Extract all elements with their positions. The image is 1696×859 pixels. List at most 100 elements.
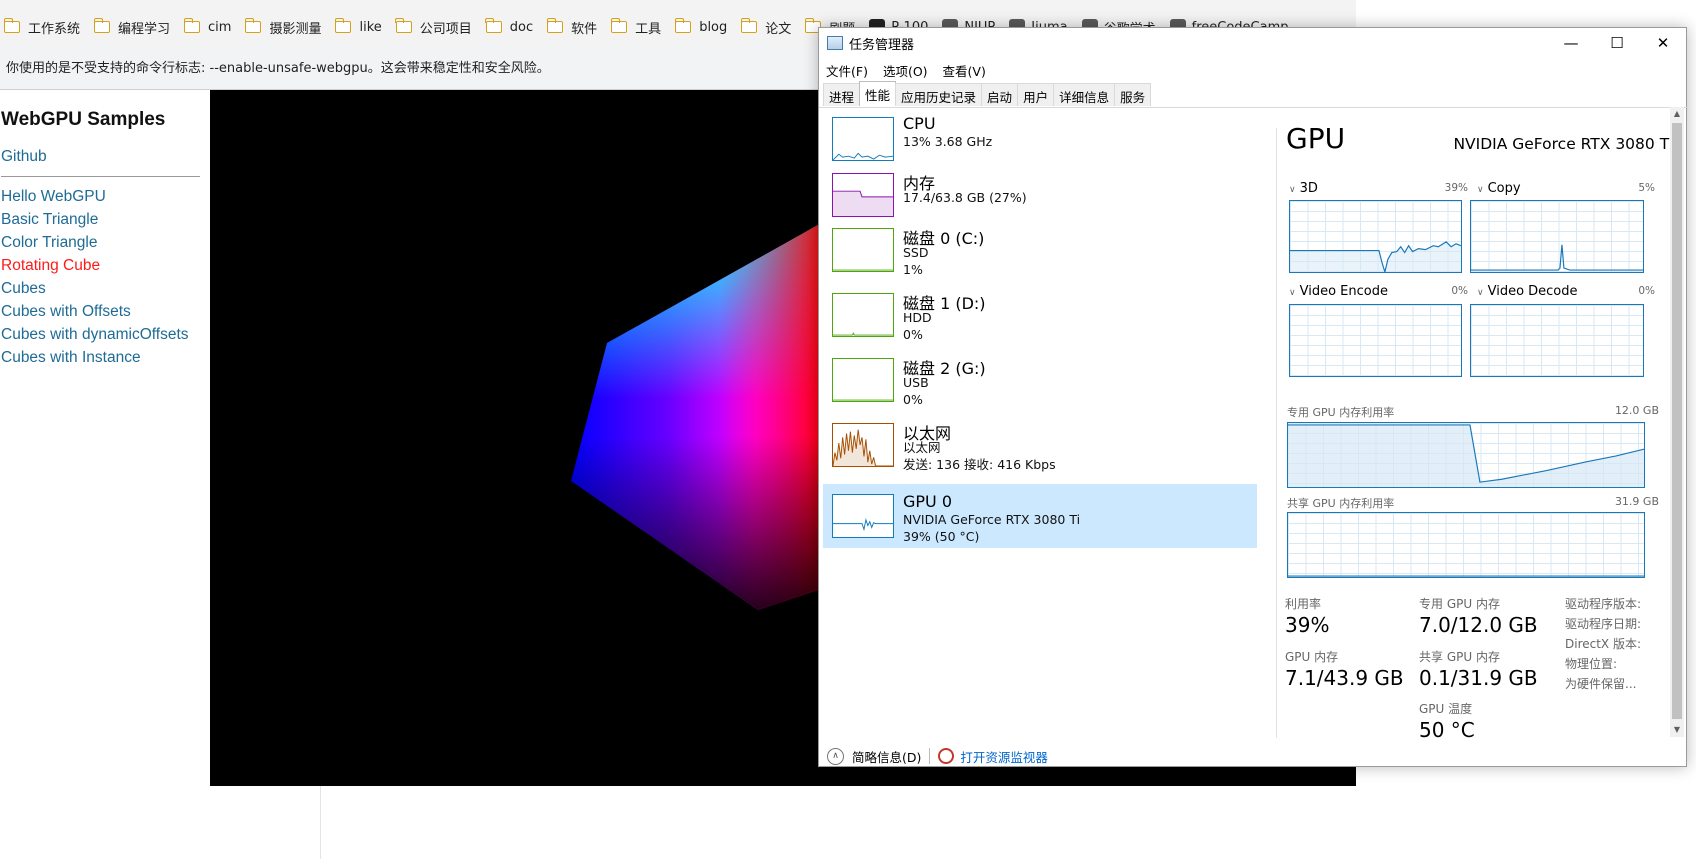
github-link[interactable]: Github [1, 145, 210, 168]
gpu-mem-value: 7.1/43.9 GB [1285, 666, 1404, 690]
engine-graph-video-encode [1289, 304, 1462, 377]
tab-6[interactable]: 服务 [1114, 83, 1152, 106]
bookmark-label: 论文 [765, 21, 792, 37]
bookmark-label: 摄影测量 [269, 21, 322, 37]
tab-5[interactable]: 详细信息 [1053, 83, 1116, 106]
resource-detail: USB [903, 375, 929, 390]
tab-4[interactable]: 用户 [1017, 83, 1055, 106]
resource-detail: 17.4/63.8 GB (27%) [903, 190, 1027, 205]
engine-usage-line [1471, 244, 1643, 271]
resource-detail: 0% [903, 326, 923, 342]
tab-2[interactable]: 应用历史记录 [895, 83, 983, 106]
engine-selector-copy[interactable]: ∨ Copy [1477, 181, 1521, 196]
resource-item[interactable]: 磁盘 0 (C:) SSD 1% [823, 225, 1257, 287]
chevron-down-icon: ∨ [1289, 185, 1296, 195]
engine-percent: 0% [1638, 285, 1655, 297]
scrollbar-thumb[interactable] [1672, 123, 1682, 719]
sample-link[interactable]: Cubes with Offsets [1, 300, 210, 323]
engine-selector-3d[interactable]: ∨ 3D [1289, 181, 1318, 196]
sample-link[interactable]: Color Triangle [1, 231, 210, 254]
engine-percent: 39% [1444, 182, 1468, 194]
menu-file[interactable]: 文件(F) [826, 61, 868, 80]
minimize-button[interactable]: — [1548, 28, 1594, 58]
bookmark-item[interactable]: 工具 [610, 18, 662, 37]
tab-3[interactable]: 启动 [981, 83, 1019, 106]
shared-label: 共享 GPU 内存 [1419, 650, 1500, 664]
bookmark-item[interactable]: like [334, 18, 382, 35]
title-bar[interactable]: 任务管理器 — ☐ ✕ [819, 28, 1686, 58]
driver-version-key: 驱动程序版本: [1565, 597, 1642, 611]
detail-title: GPU [1286, 122, 1346, 155]
sample-link[interactable]: Hello WebGPU [1, 185, 210, 208]
menu-options[interactable]: 选项(O) [883, 61, 928, 80]
close-button[interactable]: ✕ [1640, 28, 1686, 58]
sidebar-divider [1, 176, 200, 177]
physical-location-key: 物理位置: [1565, 657, 1618, 671]
pane-divider[interactable] [1276, 128, 1277, 738]
resource-item[interactable]: 以太网 以太网 发送: 136 接收: 416 Kbps [823, 420, 1257, 482]
sample-link[interactable]: Cubes [1, 277, 210, 300]
desktop: 工作系统编程学习cim摄影测量like公司项目doc软件工具blog论文刷题P-… [0, 0, 1696, 859]
tab-bar: 进程 性能 应用历史记录 启动 用户 详细信息 服务 [823, 81, 1152, 107]
bookmark-label: doc [509, 19, 534, 35]
bookmark-item[interactable]: cim [183, 18, 231, 35]
resource-monitor-icon [938, 748, 955, 764]
gpu-detail-pane: GPU NVIDIA GeForce RTX 3080 Ti ∨ 3D 39% ∨… [1283, 108, 1675, 745]
folder-icon [485, 18, 502, 33]
brief-info-button[interactable]: 简略信息(D) [852, 747, 921, 766]
bookmark-item[interactable]: 编程学习 [93, 18, 170, 37]
resource-thumbnail-graph [832, 358, 894, 402]
utilization-value: 39% [1285, 613, 1330, 637]
resource-item[interactable]: 磁盘 2 (G:) USB 0% [823, 355, 1257, 417]
resource-item[interactable]: CPU 13% 3.68 GHz [823, 114, 1257, 166]
engine-graph-video-decode [1470, 304, 1644, 377]
chevron-up-icon[interactable]: ∧ [827, 747, 844, 765]
sample-link[interactable]: Cubes with Instance [1, 346, 210, 369]
shared-mem-label: 共享 GPU 内存利用率 [1287, 497, 1395, 510]
dedicated-mem-line [1288, 424, 1644, 487]
maximize-button[interactable]: ☐ [1594, 28, 1640, 58]
engine-selector-video-decode[interactable]: ∨ Video Decode [1477, 284, 1578, 299]
sample-link[interactable]: Basic Triangle [1, 208, 210, 231]
resource-item[interactable]: 内存 17.4/63.8 GB (27%) [823, 170, 1257, 222]
resource-thumbnail-graph [832, 494, 894, 538]
gpu-mem-label: GPU 内存 [1285, 650, 1339, 664]
bookmark-item[interactable]: 工作系统 [3, 18, 80, 37]
resource-name: CPU [903, 114, 936, 133]
shared-mem-max: 31.9 GB [1614, 495, 1659, 508]
bookmark-item[interactable]: doc [485, 18, 534, 35]
open-resource-monitor-link[interactable]: 打开资源监视器 [960, 747, 1048, 766]
engine-usage-line [1290, 241, 1461, 272]
folder-icon [3, 18, 20, 33]
engine-name: 3D [1299, 181, 1318, 196]
tab-1[interactable]: 性能 [859, 81, 897, 106]
dedicated-mem-max: 12.0 GB [1614, 404, 1659, 417]
engine-selector-video-encode[interactable]: ∨ Video Encode [1289, 284, 1388, 299]
bookmark-item[interactable]: 公司项目 [395, 18, 472, 37]
bookmark-item[interactable]: blog [674, 18, 728, 35]
resource-detail: 1% [903, 261, 923, 277]
utilization-label: 利用率 [1285, 597, 1322, 611]
bookmark-item[interactable]: 摄影测量 [244, 18, 322, 37]
scroll-up-icon[interactable]: ▲ [1670, 107, 1684, 121]
engine-graph-copy [1470, 200, 1644, 273]
bookmark-item[interactable]: 论文 [740, 18, 792, 37]
bookmark-item[interactable]: 软件 [546, 18, 597, 37]
bookmark-label: 工具 [635, 21, 662, 37]
resource-item[interactable]: 磁盘 1 (D:) HDD 0% [823, 290, 1257, 352]
chevron-down-icon: ∨ [1289, 288, 1296, 298]
sample-link[interactable]: Rotating Cube [1, 254, 210, 277]
folder-icon [674, 18, 692, 33]
shared-value: 0.1/31.9 GB [1419, 666, 1538, 690]
vertical-scrollbar[interactable]: ▲ ▼ [1670, 107, 1684, 737]
scroll-down-icon[interactable]: ▼ [1670, 723, 1684, 737]
menu-view[interactable]: 查看(V) [943, 61, 986, 80]
folder-icon [183, 18, 201, 33]
bookmark-label: blog [699, 19, 728, 35]
dedicated-mem-label: 专用 GPU 内存利用率 [1287, 406, 1395, 419]
resource-item[interactable]: GPU 0 NVIDIA GeForce RTX 3080 Ti 39% (50 °… [823, 484, 1257, 548]
folder-icon [610, 18, 628, 33]
tab-0[interactable]: 进程 [823, 83, 861, 106]
sample-link[interactable]: Cubes with dynamicOffsets [1, 323, 210, 346]
resource-list: CPU 13% 3.68 GHz 内存 17.4/63.8 GB (27%) 磁盘 0 … [823, 114, 1260, 654]
